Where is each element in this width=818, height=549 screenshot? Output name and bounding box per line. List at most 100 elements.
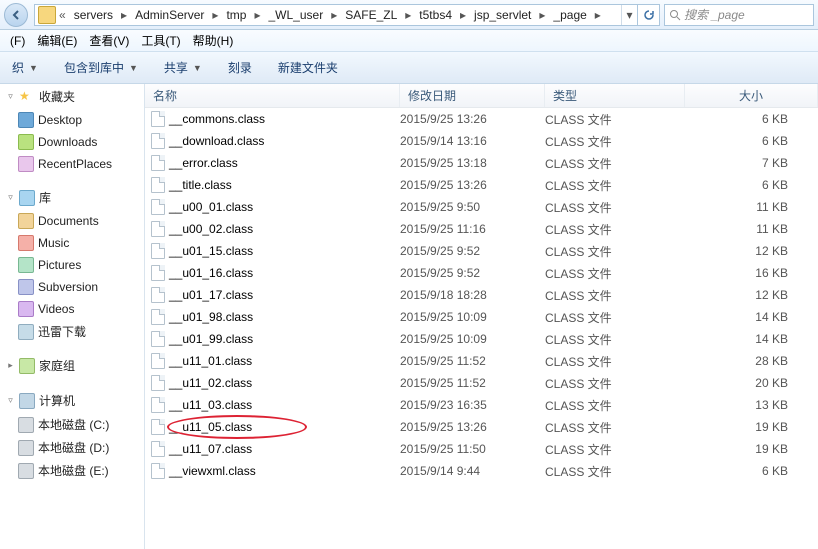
nav-computer[interactable]: ▿计算机 — [0, 388, 144, 413]
file-icon — [151, 419, 165, 435]
file-icon — [151, 309, 165, 325]
file-size: 13 KB — [685, 398, 818, 412]
file-row[interactable]: __u11_01.class2015/9/25 11:52CLASS 文件28 … — [145, 350, 818, 372]
menu-view[interactable]: 查看(V) — [83, 30, 135, 51]
nav-desktop[interactable]: Desktop — [0, 109, 144, 131]
star-icon: ★ — [19, 89, 35, 105]
menu-edit[interactable]: 编辑(E) — [31, 30, 83, 51]
breadcrumb-item[interactable]: _page — [548, 6, 591, 24]
file-type: CLASS 文件 — [545, 375, 685, 392]
nav-drive-c[interactable]: 本地磁盘 (C:) — [0, 413, 144, 436]
search-placeholder: 搜索 _page — [684, 6, 745, 23]
back-button[interactable] — [4, 3, 28, 27]
file-row[interactable]: __error.class2015/9/25 13:18CLASS 文件7 KB — [145, 152, 818, 174]
chevron-left-icon — [10, 9, 22, 21]
nav-drive-e[interactable]: 本地磁盘 (E:) — [0, 459, 144, 482]
subversion-icon — [18, 279, 34, 295]
share-button[interactable]: 共享▼ — [158, 56, 208, 79]
documents-icon — [18, 213, 34, 229]
file-name: __u11_02.class — [169, 376, 252, 390]
file-name: __viewxml.class — [169, 464, 256, 478]
menu-file[interactable]: (F) — [4, 32, 31, 50]
file-row[interactable]: __u11_07.class2015/9/25 11:50CLASS 文件19 … — [145, 438, 818, 460]
file-row[interactable]: __u01_17.class2015/9/18 18:28CLASS 文件12 … — [145, 284, 818, 306]
breadcrumb-item[interactable]: tmp — [221, 6, 251, 24]
file-name: __u01_17.class — [169, 288, 253, 302]
column-type[interactable]: 类型 — [545, 84, 685, 107]
breadcrumb-item[interactable]: AdminServer — [130, 6, 209, 24]
chevron-right-icon: ▸ — [457, 8, 469, 22]
nav-drive-d[interactable]: 本地磁盘 (D:) — [0, 436, 144, 459]
breadcrumb-item[interactable]: jsp_servlet — [469, 6, 536, 24]
breadcrumb-dropdown[interactable]: ▾ — [621, 5, 637, 25]
file-type: CLASS 文件 — [545, 177, 685, 194]
column-date[interactable]: 修改日期 — [400, 84, 545, 107]
nav-documents[interactable]: Documents — [0, 210, 144, 232]
column-size[interactable]: 大小 — [685, 84, 818, 107]
refresh-button[interactable] — [637, 5, 659, 25]
breadcrumb-prefix: « — [56, 8, 69, 22]
file-row[interactable]: __viewxml.class2015/9/14 9:44CLASS 文件6 K… — [145, 460, 818, 482]
chevron-right-icon: ▸ — [592, 8, 604, 22]
file-row[interactable]: __u01_99.class2015/9/25 10:09CLASS 文件14 … — [145, 328, 818, 350]
menu-tools[interactable]: 工具(T) — [135, 30, 186, 51]
nav-videos[interactable]: Videos — [0, 298, 144, 320]
file-row[interactable]: __commons.class2015/9/25 13:26CLASS 文件6 … — [145, 108, 818, 130]
chevron-right-icon: ▸ — [251, 8, 263, 22]
organize-button[interactable]: 织▼ — [6, 56, 44, 79]
navigation-pane[interactable]: ▿★收藏夹 Desktop Downloads RecentPlaces ▿库 … — [0, 84, 145, 549]
nav-libraries[interactable]: ▿库 — [0, 185, 144, 210]
breadcrumb-item[interactable]: t5tbs4 — [414, 6, 457, 24]
column-name[interactable]: 名称 — [145, 84, 400, 107]
drive-icon — [18, 440, 34, 456]
file-row[interactable]: __u00_01.class2015/9/25 9:50CLASS 文件11 K… — [145, 196, 818, 218]
file-icon — [151, 397, 165, 413]
new-folder-button[interactable]: 新建文件夹 — [272, 56, 344, 79]
file-type: CLASS 文件 — [545, 199, 685, 216]
nav-favorites[interactable]: ▿★收藏夹 — [0, 84, 144, 109]
drive-icon — [18, 417, 34, 433]
file-row[interactable]: __u01_16.class2015/9/25 9:52CLASS 文件16 K… — [145, 262, 818, 284]
file-date: 2015/9/25 9:52 — [400, 244, 545, 258]
search-input[interactable]: 搜索 _page — [664, 4, 814, 26]
file-row[interactable]: __u01_15.class2015/9/25 9:52CLASS 文件12 K… — [145, 240, 818, 262]
downloads-icon — [18, 134, 34, 150]
file-type: CLASS 文件 — [545, 353, 685, 370]
menu-help[interactable]: 帮助(H) — [187, 30, 240, 51]
folder-icon — [38, 6, 56, 24]
file-row[interactable]: __u11_05.class2015/9/25 13:26CLASS 文件19 … — [145, 416, 818, 438]
address-bar: « servers▸AdminServer▸tmp▸_WL_user▸SAFE_… — [0, 0, 818, 30]
file-type: CLASS 文件 — [545, 155, 685, 172]
file-size: 28 KB — [685, 354, 818, 368]
file-size: 19 KB — [685, 442, 818, 456]
file-icon — [151, 221, 165, 237]
file-type: CLASS 文件 — [545, 463, 685, 480]
file-type: CLASS 文件 — [545, 397, 685, 414]
chevron-right-icon: ▸ — [536, 8, 548, 22]
file-row[interactable]: __title.class2015/9/25 13:26CLASS 文件6 KB — [145, 174, 818, 196]
file-name: __title.class — [169, 178, 232, 192]
file-row[interactable]: __u01_98.class2015/9/25 10:09CLASS 文件14 … — [145, 306, 818, 328]
nav-subversion[interactable]: Subversion — [0, 276, 144, 298]
file-row[interactable]: __u00_02.class2015/9/25 11:16CLASS 文件11 … — [145, 218, 818, 240]
nav-recent[interactable]: RecentPlaces — [0, 153, 144, 175]
nav-xunlei[interactable]: 迅雷下载 — [0, 320, 144, 343]
chevron-right-icon: ▸ — [328, 8, 340, 22]
nav-music[interactable]: Music — [0, 232, 144, 254]
nav-pictures[interactable]: Pictures — [0, 254, 144, 276]
nav-downloads[interactable]: Downloads — [0, 131, 144, 153]
file-name: __u01_16.class — [169, 266, 253, 280]
file-row[interactable]: __u11_02.class2015/9/25 11:52CLASS 文件20 … — [145, 372, 818, 394]
breadcrumb-item[interactable]: SAFE_ZL — [340, 6, 402, 24]
nav-homegroup[interactable]: ▸家庭组 — [0, 353, 144, 378]
file-size: 12 KB — [685, 288, 818, 302]
file-row[interactable]: __download.class2015/9/14 13:16CLASS 文件6… — [145, 130, 818, 152]
breadcrumb[interactable]: « servers▸AdminServer▸tmp▸_WL_user▸SAFE_… — [34, 4, 660, 26]
breadcrumb-item[interactable]: servers — [69, 6, 118, 24]
file-row[interactable]: __u11_03.class2015/9/23 16:35CLASS 文件13 … — [145, 394, 818, 416]
file-date: 2015/9/25 13:26 — [400, 420, 545, 434]
burn-button[interactable]: 刻录 — [222, 56, 258, 79]
breadcrumb-item[interactable]: _WL_user — [264, 6, 329, 24]
include-library-button[interactable]: 包含到库中▼ — [58, 56, 144, 79]
file-date: 2015/9/25 9:50 — [400, 200, 545, 214]
